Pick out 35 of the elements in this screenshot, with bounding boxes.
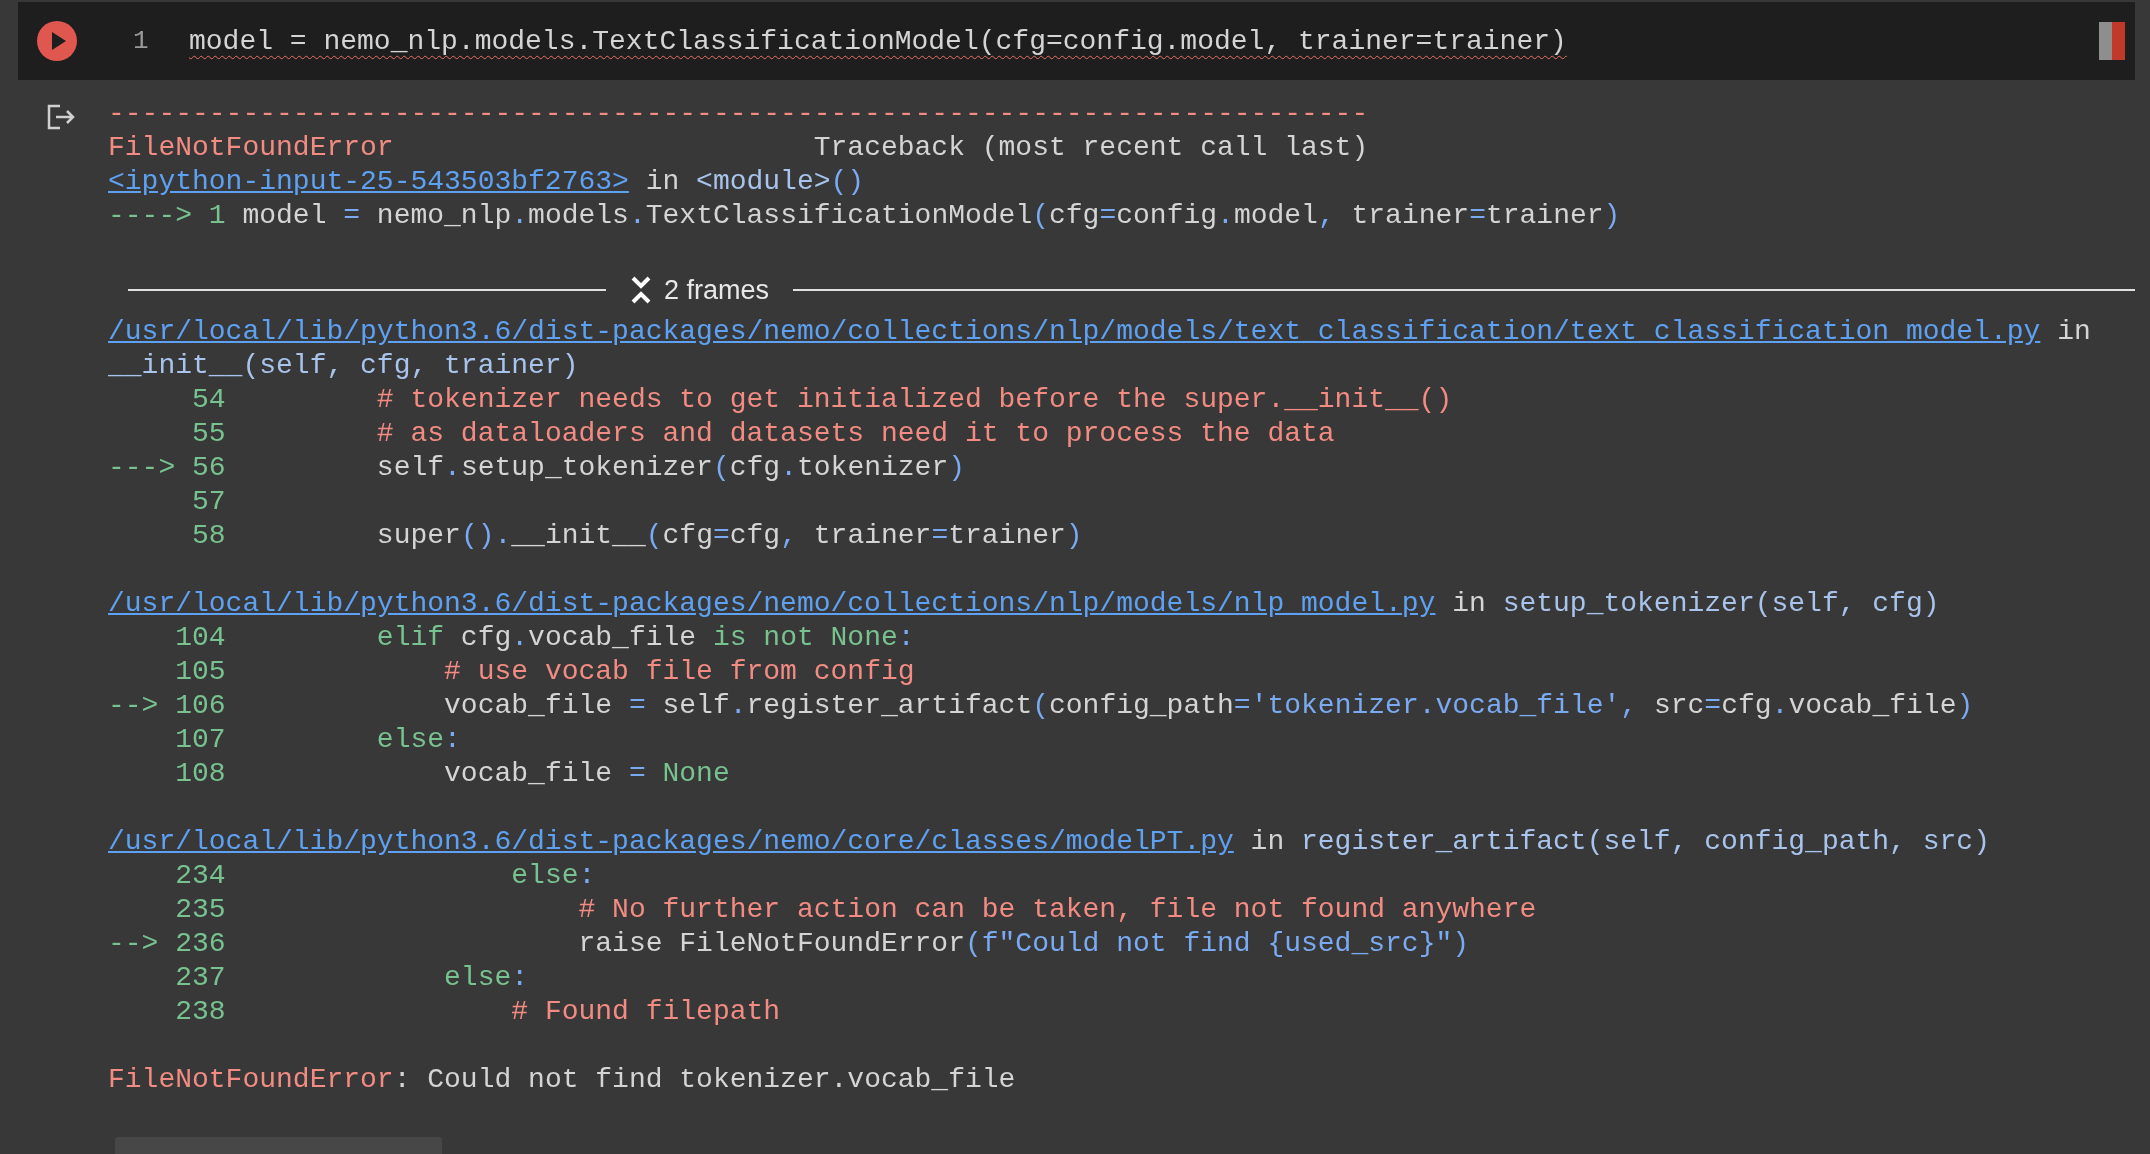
traceback-line: 55 # as dataloaders and datasets need it to process the data <box>191 417 1335 451</box>
traceback-line: 107 else: <box>174 723 461 757</box>
traceback-line: /usr/local/lib/python3.6/dist-packages/nemo/collections/nlp/models/text_classification/text_classification_model.py in <box>108 315 2091 349</box>
traceback-line: 105 # use vocab file from config <box>174 655 915 689</box>
traceback-line: 58 super().__init__(cfg=cfg, trainer=trainer) <box>191 519 1083 553</box>
traceback-line: ---> 56 self.setup_tokenizer(cfg.tokenizer) <box>108 451 965 485</box>
traceback-line: 238 # Found filepath <box>174 995 781 1029</box>
frames-toggle[interactable]: 2 frames <box>630 274 770 306</box>
traceback-line: /usr/local/lib/python3.6/dist-packages/nemo/core/classes/modelPT.py in register_artifact(self, config_path, src) <box>108 825 1990 859</box>
traceback-line: FileNotFoundError: Could not find tokenizer.vocab_file <box>108 1063 1016 1097</box>
traceback-line: __init__(self, cfg, trainer) <box>108 349 579 383</box>
traceback-line: 57 <box>191 485 226 519</box>
traceback-line: FileNotFoundError Traceback (most recent call last) <box>108 131 1369 165</box>
traceback-line: 237 else: <box>174 961 529 995</box>
traceback-line: 235 # No further action can be taken, file not found anywhere <box>174 893 1537 927</box>
traceback-line: 108 vocab_file = None <box>174 757 730 791</box>
traceback-line: --> 106 vocab_file = self.register_artifact(config_path='tokenizer.vocab_file', src=cfg.vocab_file) <box>108 689 1974 723</box>
traceback-line: <ipython-input-25-543503bf2763> in <module>() <box>108 165 865 199</box>
collapse-icon <box>630 275 652 305</box>
line-number: 1 <box>133 26 150 56</box>
traceback-line: 234 else: <box>174 859 596 893</box>
traceback-line: ----> 1 model = nemo_nlp.models.TextClassificationModel(cfg=config.model, trainer=trainer) <box>108 199 1621 233</box>
file-link[interactable]: /usr/local/lib/python3.6/dist-packages/nemo/core/classes/modelPT.py <box>108 826 1234 857</box>
file-link[interactable]: /usr/local/lib/python3.6/dist-packages/nemo/collections/nlp/models/text_classification/text_classification_model.py <box>108 316 2041 347</box>
file-link[interactable]: /usr/local/lib/python3.6/dist-packages/nemo/collections/nlp/models/nlp_model.py <box>108 588 1436 619</box>
file-link[interactable]: <ipython-input-25-543503bf2763> <box>108 166 629 197</box>
code-line[interactable]: model = nemo_nlp.models.TextClassificationModel(cfg=config.model, trainer=trainer) <box>189 25 1567 57</box>
traceback-line: --------------------------------------------------------------------------- <box>108 97 1369 131</box>
traceback-line: /usr/local/lib/python3.6/dist-packages/nemo/collections/nlp/models/nlp_model.py in setup_tokenizer(self, cfg) <box>108 587 1940 621</box>
traceback-line: --> 236 raise FileNotFoundError(f"Could not find {used_src}") <box>108 927 1470 961</box>
run-button[interactable] <box>37 21 77 61</box>
scroll-marker-icon <box>2099 22 2125 60</box>
traceback-line: 54 # tokenizer needs to get initialized before the super.__init__() <box>191 383 1453 417</box>
traceback-line: 104 elif cfg.vocab_file is not None: <box>174 621 915 655</box>
output-icon[interactable] <box>46 103 76 131</box>
